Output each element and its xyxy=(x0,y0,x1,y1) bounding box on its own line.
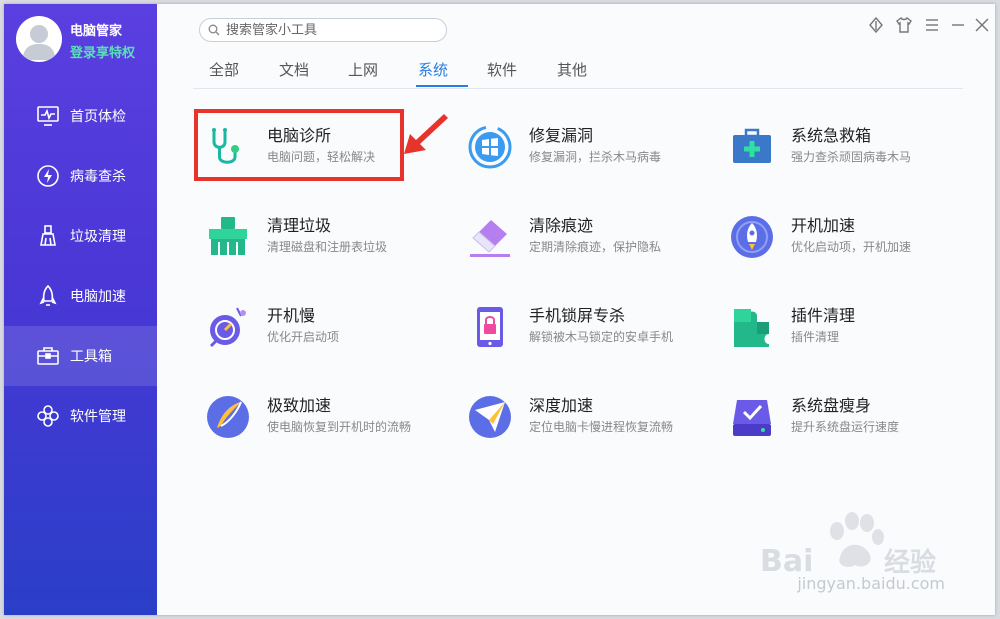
tool-desc: 优化开启动项 xyxy=(267,330,340,344)
rocket-icon xyxy=(39,284,57,306)
slow-boot-icon xyxy=(209,307,246,348)
search-icon xyxy=(208,24,220,36)
search-box[interactable] xyxy=(199,18,447,42)
sidebar-item-label: 电脑加速 xyxy=(70,289,126,305)
first-aid-kit-icon xyxy=(733,128,771,163)
tab-all[interactable]: 全部 xyxy=(209,59,239,80)
tab-internet[interactable]: 上网 xyxy=(348,59,378,80)
tool-desc: 定位电脑卡慢进程恢复流畅 xyxy=(529,420,674,434)
disk-check-icon xyxy=(733,400,771,436)
tool-clear-traces[interactable]: 清除痕迹 定期清除痕迹，保护隐私 xyxy=(467,212,717,272)
sidebar-item-virus-scan[interactable]: 病毒查杀 xyxy=(4,146,157,206)
active-tab-indicator xyxy=(416,85,468,87)
tool-desc: 提升系统盘运行速度 xyxy=(791,420,900,434)
tool-system-disk-slim[interactable]: 系统盘瘦身 提升系统盘运行速度 xyxy=(729,392,979,452)
sidebar-item-label: 首页体检 xyxy=(70,109,126,125)
tool-desc: 插件清理 xyxy=(791,330,840,344)
sidebar-item-label: 工具箱 xyxy=(70,349,112,365)
tab-software[interactable]: 软件 xyxy=(487,59,517,80)
sidebar-item-label: 垃圾清理 xyxy=(70,229,126,245)
tool-system-rescue-kit[interactable]: 系统急救箱 强力查杀顽固病毒木马 xyxy=(729,122,979,182)
sidebar-item-label: 软件管理 xyxy=(70,409,126,425)
paper-plane-icon xyxy=(469,396,511,438)
eraser-icon xyxy=(470,220,510,257)
sidebar-item-label: 病毒查杀 xyxy=(70,169,126,185)
tool-title: 深度加速 xyxy=(529,396,594,415)
app-flower-icon xyxy=(37,405,59,427)
tool-desc: 强力查杀顽固病毒木马 xyxy=(791,150,912,164)
sidebar: 电脑管家 登录享特权 首页体检 病毒查杀 垃圾清理 电脑加速 工具箱 软件管理 xyxy=(4,4,157,615)
bolt-circle-icon xyxy=(37,165,59,187)
tool-clean-junk[interactable]: 清理垃圾 清理磁盘和注册表垃圾 xyxy=(205,212,455,272)
baidu-watermark: Bai 经验 jingyan.baidu.com xyxy=(760,509,945,599)
close-icon[interactable] xyxy=(973,16,991,34)
sidebar-item-toolbox[interactable]: 工具箱 xyxy=(4,326,157,386)
tool-desc: 修复漏洞，拦杀木马病毒 xyxy=(529,150,662,164)
broom-icon xyxy=(40,225,56,246)
windows-shield-icon xyxy=(468,125,512,169)
tool-phone-lockscreen-kill[interactable]: 手机锁屏专杀 解锁被木马锁定的安卓手机 xyxy=(467,302,717,362)
sidebar-item-junk-clean[interactable]: 垃圾清理 xyxy=(4,206,157,266)
tool-desc: 定期清除痕迹，保护隐私 xyxy=(529,240,662,254)
tool-title: 手机锁屏专杀 xyxy=(529,306,626,325)
tab-other[interactable]: 其他 xyxy=(557,59,587,80)
tool-fix-vulnerabilities[interactable]: 修复漏洞 修复漏洞，拦杀木马病毒 xyxy=(467,122,717,182)
feather-speed-icon xyxy=(207,396,249,438)
red-highlight-box xyxy=(194,109,404,181)
tool-plugin-cleanup[interactable]: 插件清理 插件清理 xyxy=(729,302,979,362)
tool-title: 系统盘瘦身 xyxy=(791,396,872,415)
tool-desc: 解锁被木马锁定的安卓手机 xyxy=(529,330,674,344)
user-name: 电脑管家 xyxy=(70,24,123,39)
app-window: 电脑管家 登录享特权 首页体检 病毒查杀 垃圾清理 电脑加速 工具箱 软件管理 … xyxy=(4,4,995,615)
sidebar-item-home-checkup[interactable]: 首页体检 xyxy=(4,86,157,146)
tool-title: 系统急救箱 xyxy=(791,126,872,145)
login-privilege-link[interactable]: 登录享特权 xyxy=(70,42,135,61)
rocket-icon xyxy=(731,216,773,258)
menu-icon[interactable] xyxy=(923,16,941,34)
shirt-theme-icon[interactable] xyxy=(895,16,913,34)
toolbox-icon xyxy=(37,347,59,365)
tool-title: 清理垃圾 xyxy=(267,216,332,235)
search-input[interactable] xyxy=(226,20,436,40)
tool-desc: 使电脑恢复到开机时的流畅 xyxy=(267,420,412,434)
tool-desc: 优化启动项，开机加速 xyxy=(791,240,912,254)
monitor-pulse-icon xyxy=(37,106,59,126)
main-content: 全部 文档 上网 系统 软件 其他 电脑诊所 电脑问题，轻松解决 xyxy=(157,4,995,615)
tool-boot-speedup[interactable]: 开机加速 优化启动项，开机加速 xyxy=(729,212,979,272)
tab-documents[interactable]: 文档 xyxy=(279,59,309,80)
tool-title: 开机加速 xyxy=(791,216,856,235)
red-arrow-icon xyxy=(404,114,448,154)
tool-title: 修复漏洞 xyxy=(529,126,594,145)
watermark-url: jingyan.baidu.com xyxy=(797,574,945,593)
broom-icon xyxy=(209,217,247,255)
puzzle-icon xyxy=(734,309,769,347)
sidebar-item-speedup[interactable]: 电脑加速 xyxy=(4,266,157,326)
tab-system[interactable]: 系统 xyxy=(418,59,448,80)
tool-title: 极致加速 xyxy=(267,396,332,415)
baidu-paw-logo-icon: Bai 经验 xyxy=(760,512,936,579)
skin-leaf-icon[interactable] xyxy=(867,16,885,34)
category-tabs: 全部 文档 上网 系统 软件 其他 xyxy=(193,56,963,89)
tool-desc: 清理磁盘和注册表垃圾 xyxy=(267,240,388,254)
phone-lock-icon xyxy=(477,307,503,347)
tool-slow-boot[interactable]: 开机慢 优化开启动项 xyxy=(205,302,455,362)
sidebar-item-software-manager[interactable]: 软件管理 xyxy=(4,386,157,446)
avatar[interactable] xyxy=(16,16,62,62)
tool-title: 开机慢 xyxy=(267,306,316,325)
tool-title: 清除痕迹 xyxy=(529,216,594,235)
user-avatar-icon xyxy=(22,25,56,60)
tool-title: 插件清理 xyxy=(791,306,856,325)
tool-deep-speedup[interactable]: 深度加速 定位电脑卡慢进程恢复流畅 xyxy=(467,392,717,452)
tool-extreme-speedup[interactable]: 极致加速 使电脑恢复到开机时的流畅 xyxy=(205,392,455,452)
minimize-icon[interactable] xyxy=(949,16,967,34)
